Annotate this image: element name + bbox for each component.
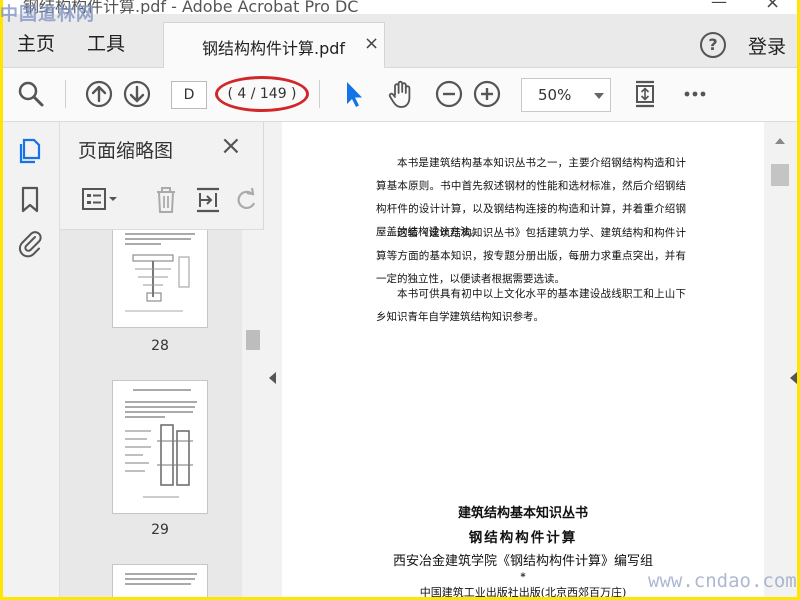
thumbnail-page-number: 28 — [151, 338, 169, 354]
extract-page-icon[interactable] — [194, 184, 222, 220]
document-tab-label: 钢结构构件计算.pdf — [202, 39, 346, 58]
zoom-level-select[interactable]: 50% — [521, 78, 611, 112]
document-scrollbar-handle[interactable] — [771, 164, 789, 186]
body-paragraph: 这套《建筑结构知识丛书》包括建筑力学、建筑结构和构件计算等方面的基本知识，按专题… — [376, 227, 686, 285]
sign-in-button[interactable]: 登录 — [748, 32, 786, 59]
zoom-in-icon[interactable] — [471, 78, 503, 110]
minimize-button[interactable]: — — [711, 0, 727, 11]
thumbnail-page-number: 29 — [151, 522, 169, 538]
page-fit-icon[interactable] — [629, 78, 661, 110]
watermark-logo: 中国道林网 — [0, 4, 95, 25]
thumbnail-list: 28 29 — [60, 230, 242, 597]
watermark-url: www.cndao.com — [648, 570, 797, 592]
document-scrollbar[interactable] — [764, 122, 797, 597]
select-cursor-icon[interactable] — [337, 78, 369, 110]
more-tools-icon[interactable] — [679, 78, 711, 110]
bookmarks-icon[interactable] — [15, 184, 45, 214]
page-thumbnail[interactable] — [112, 380, 208, 514]
rotate-page-icon[interactable] — [232, 184, 260, 220]
toolbar: D ( 4 / 149 ) 50% — [3, 68, 797, 122]
toolbar-divider — [319, 80, 320, 108]
body-paragraph: 本书可供具有初中以上文化水平的基本建设战线职工和上山下乡知识青年自学建筑结构知识… — [376, 288, 686, 323]
pdf-page: 本书是建筑结构基本知识丛书之一，主要介绍钢结构构造和计算基本原则。书中首先叙述钢… — [286, 130, 760, 597]
thumbnail-scrollbar-handle[interactable] — [246, 330, 260, 350]
expand-right-pane-icon[interactable] — [790, 372, 797, 384]
book-title: 钢结构构件计算 — [468, 530, 578, 546]
hand-tool-icon[interactable] — [385, 78, 417, 110]
page-count-label: ( 4 / 149 ) — [215, 76, 309, 112]
acrobat-window: 钢结构构件计算.pdf - Adobe Acrobat Pro DC — × 主… — [3, 0, 797, 597]
page-number-input[interactable]: D — [171, 81, 207, 109]
menu-bar: 主页 工具 钢结构构件计算.pdf × ? 登录 — [3, 14, 797, 68]
thumbnail-options-icon[interactable] — [80, 184, 120, 220]
scroll-up-icon[interactable] — [775, 138, 785, 144]
document-tab-close-button[interactable]: × — [364, 33, 379, 54]
next-page-icon[interactable] — [121, 78, 153, 110]
nav-tools-tab[interactable]: 工具 — [87, 29, 125, 56]
zoom-out-icon[interactable] — [433, 78, 465, 110]
delete-page-icon[interactable] — [152, 184, 180, 220]
page-thumbnails-icon[interactable] — [15, 136, 45, 166]
search-icon[interactable] — [15, 78, 47, 110]
navigation-rail — [3, 122, 60, 597]
thumbnail-scrollbar[interactable] — [242, 230, 264, 597]
panel-splitter[interactable] — [264, 122, 282, 597]
panel-toolbar — [60, 172, 264, 230]
page-thumbnails-panel: 页面缩略图 × 28 29 — [60, 122, 264, 597]
window-close-button[interactable]: × — [765, 0, 780, 13]
book-series-name: 建筑结构基本知识丛书 — [457, 506, 588, 521]
page-thumbnail[interactable] — [112, 564, 208, 597]
document-view[interactable]: 本书是建筑结构基本知识丛书之一，主要介绍钢结构构造和计算基本原则。书中首先叙述钢… — [282, 122, 764, 597]
document-tab[interactable]: 钢结构构件计算.pdf × — [163, 22, 385, 68]
panel-title: 页面缩略图 — [78, 140, 174, 162]
toolbar-divider — [65, 80, 66, 108]
previous-page-icon[interactable] — [83, 78, 115, 110]
book-author: 西安冶金建筑学院《钢结构构件计算》编写组 — [392, 554, 653, 569]
zoom-level-value: 50% — [538, 86, 572, 104]
help-icon[interactable]: ? — [700, 32, 726, 58]
title-bar: 钢结构构件计算.pdf - Adobe Acrobat Pro DC — × — [3, 0, 797, 14]
attachments-icon[interactable] — [15, 228, 45, 258]
panel-close-button[interactable]: × — [220, 133, 242, 159]
page-thumbnail[interactable] — [112, 230, 208, 328]
collapse-left-icon[interactable] — [269, 372, 276, 384]
chevron-down-icon — [594, 93, 604, 99]
nav-home-tab[interactable]: 主页 — [17, 29, 55, 56]
